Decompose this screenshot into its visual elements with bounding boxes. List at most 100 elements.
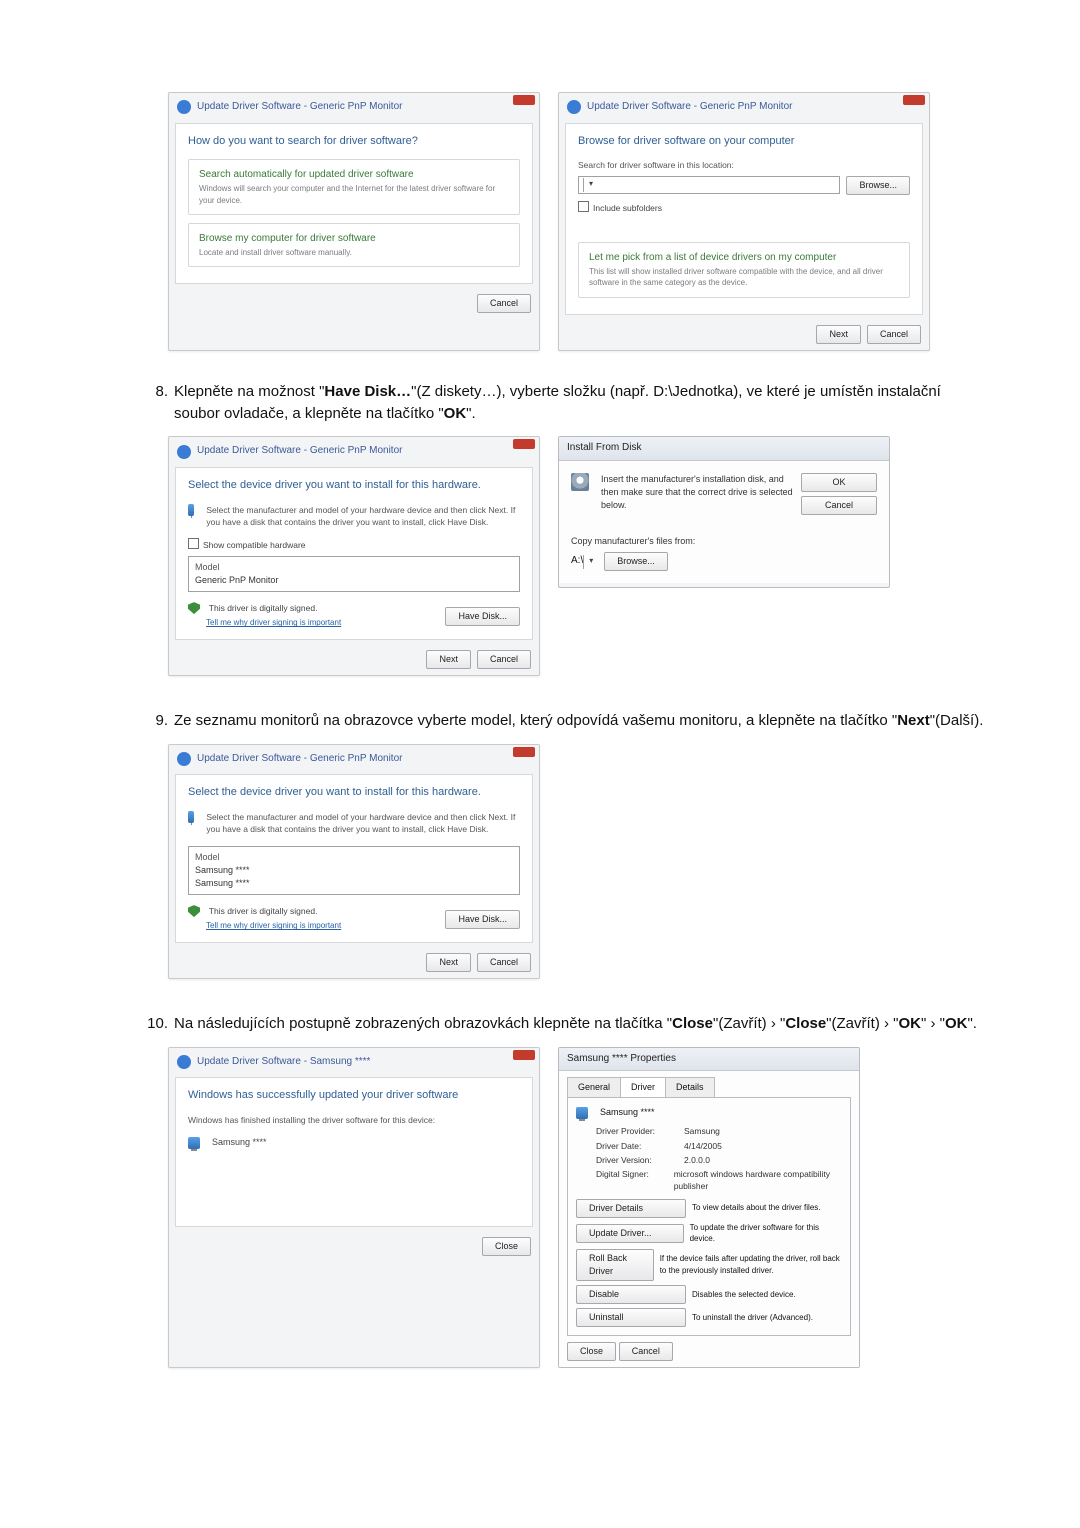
back-icon[interactable] xyxy=(177,445,191,459)
show-compatible-label: Show compatible hardware xyxy=(203,540,306,550)
back-icon[interactable] xyxy=(177,1055,191,1069)
dialog-select-driver-1: Update Driver Software - Generic PnP Mon… xyxy=(168,436,540,676)
next-button[interactable]: Next xyxy=(816,325,861,344)
tab-driver[interactable]: Driver xyxy=(620,1077,666,1097)
option-subtitle: Windows will search your computer and th… xyxy=(199,183,509,206)
step-9: 9. Ze seznamu monitorů na obrazovce vybe… xyxy=(138,710,990,979)
shield-icon xyxy=(188,905,200,917)
back-icon[interactable] xyxy=(177,100,191,114)
browse-button[interactable]: Browse... xyxy=(846,176,910,195)
close-icon[interactable] xyxy=(513,747,535,757)
column-header-model: Model xyxy=(195,851,513,864)
next-button[interactable]: Next xyxy=(426,650,471,669)
label-have-disk: Have Disk… xyxy=(324,383,411,400)
dialog-subtext: Windows has finished installing the driv… xyxy=(188,1114,520,1126)
column-header-model: Model xyxy=(195,561,513,574)
cancel-button[interactable]: Cancel xyxy=(867,325,921,344)
back-icon[interactable] xyxy=(177,752,191,766)
include-subfolders-checkbox[interactable] xyxy=(578,201,589,212)
dialog-heading: Browse for driver software on your compu… xyxy=(578,134,910,150)
rollback-driver-button[interactable]: Roll Back Driver xyxy=(576,1249,654,1281)
dialog-install-from-disk: Install From Disk Insert the manufacture… xyxy=(558,436,890,588)
desc: If the device fails after updating the d… xyxy=(660,1253,842,1276)
ok-button[interactable]: OK xyxy=(801,473,877,492)
step-number: 10. xyxy=(138,1013,168,1035)
dialog-heading: Windows has successfully updated your dr… xyxy=(188,1088,520,1104)
step-number: 9. xyxy=(138,710,168,732)
include-subfolders-label: Include subfolders xyxy=(593,203,662,213)
option-subtitle: This list will show installed driver sof… xyxy=(589,266,899,289)
option-pick-from-list[interactable]: Let me pick from a list of device driver… xyxy=(578,242,910,298)
have-disk-button[interactable]: Have Disk... xyxy=(445,607,520,626)
chevron-down-icon[interactable]: ▾ xyxy=(583,178,598,192)
label-ok: OK xyxy=(444,405,467,422)
monitor-icon xyxy=(576,1107,588,1119)
cancel-button[interactable]: Cancel xyxy=(477,294,531,313)
label: Driver Version: xyxy=(596,1154,676,1166)
text: Klepněte na možnost " xyxy=(174,383,324,400)
have-disk-button[interactable]: Have Disk... xyxy=(445,910,520,929)
option-browse-computer[interactable]: Browse my computer for driver software L… xyxy=(188,223,520,267)
dialog-message: Insert the manufacturer's installation d… xyxy=(601,473,795,512)
link-driver-signing[interactable]: Tell me why driver signing is important xyxy=(206,921,341,930)
back-icon[interactable] xyxy=(567,100,581,114)
dialog-description: Select the manufacturer and model of you… xyxy=(206,811,520,836)
model-listbox[interactable]: Model Samsung **** Samsung **** xyxy=(188,846,520,895)
dialog-monitor-properties: Samsung **** Properties General Driver D… xyxy=(558,1047,860,1369)
dialog-heading: Select the device driver you want to ins… xyxy=(188,478,520,494)
label: Driver Provider: xyxy=(596,1125,676,1137)
monitor-icon xyxy=(188,504,194,516)
close-button[interactable]: Close xyxy=(567,1342,616,1361)
uninstall-button[interactable]: Uninstall xyxy=(576,1308,686,1327)
tab-general[interactable]: General xyxy=(567,1077,621,1097)
cancel-button[interactable]: Cancel xyxy=(801,496,877,515)
dialog-select-driver-2: Update Driver Software - Generic PnP Mon… xyxy=(168,744,540,979)
value: microsoft windows hardware compatibility… xyxy=(674,1168,842,1193)
text: Ze seznamu monitorů na obrazovce vyberte… xyxy=(174,712,897,729)
link-driver-signing[interactable]: Tell me why driver signing is important xyxy=(206,618,341,627)
list-item[interactable]: Samsung **** xyxy=(195,877,513,890)
model-name: Samsung **** xyxy=(600,1106,655,1119)
update-driver-button[interactable]: Update Driver... xyxy=(576,1224,684,1243)
driver-details-button[interactable]: Driver Details xyxy=(576,1199,686,1218)
cancel-button[interactable]: Cancel xyxy=(619,1342,673,1361)
next-button[interactable]: Next xyxy=(426,953,471,972)
list-item[interactable]: Generic PnP Monitor xyxy=(195,574,513,587)
close-button[interactable]: Close xyxy=(482,1237,531,1256)
show-compatible-checkbox[interactable] xyxy=(188,538,199,549)
step-text: Na následujících postupně zobrazených ob… xyxy=(174,1013,990,1035)
chevron-down-icon[interactable]: ▾ xyxy=(583,555,598,569)
path-input[interactable]: ▾ xyxy=(578,176,840,194)
cancel-button[interactable]: Cancel xyxy=(477,650,531,669)
text: ". xyxy=(967,1015,977,1032)
label-close: Close xyxy=(672,1015,713,1032)
cancel-button[interactable]: Cancel xyxy=(477,953,531,972)
option-title: Browse my computer for driver software xyxy=(199,232,509,247)
dialog-heading: Select the device driver you want to ins… xyxy=(188,785,520,801)
label: Driver Date: xyxy=(596,1140,676,1152)
list-item[interactable]: Samsung **** xyxy=(195,864,513,877)
model-listbox[interactable]: Model Generic PnP Monitor xyxy=(188,556,520,592)
label-close: Close xyxy=(785,1015,826,1032)
close-icon[interactable] xyxy=(513,95,535,105)
option-search-automatically[interactable]: Search automatically for updated driver … xyxy=(188,159,520,215)
close-icon[interactable] xyxy=(513,1050,535,1060)
signed-label: This driver is digitally signed. xyxy=(209,906,318,916)
close-icon[interactable] xyxy=(903,95,925,105)
monitor-icon xyxy=(188,811,194,823)
signed-label: This driver is digitally signed. xyxy=(209,603,318,613)
dialog-title: Update Driver Software - Generic PnP Mon… xyxy=(197,752,402,767)
value: 4/14/2005 xyxy=(684,1140,722,1152)
copy-path-input[interactable]: A:\▾ xyxy=(571,554,598,569)
step-10: 10. Na následujících postupně zobrazenýc… xyxy=(138,1013,990,1368)
label-next: Next xyxy=(897,712,930,729)
option-subtitle: Locate and install driver software manua… xyxy=(199,247,509,259)
desc: Disables the selected device. xyxy=(692,1289,796,1301)
close-icon[interactable] xyxy=(513,439,535,449)
value: Samsung xyxy=(684,1125,720,1137)
dialog-title: Update Driver Software - Generic PnP Mon… xyxy=(197,444,402,459)
label-ok: OK xyxy=(945,1015,968,1032)
browse-button[interactable]: Browse... xyxy=(604,552,668,571)
disable-button[interactable]: Disable xyxy=(576,1285,686,1304)
tab-details[interactable]: Details xyxy=(665,1077,715,1097)
